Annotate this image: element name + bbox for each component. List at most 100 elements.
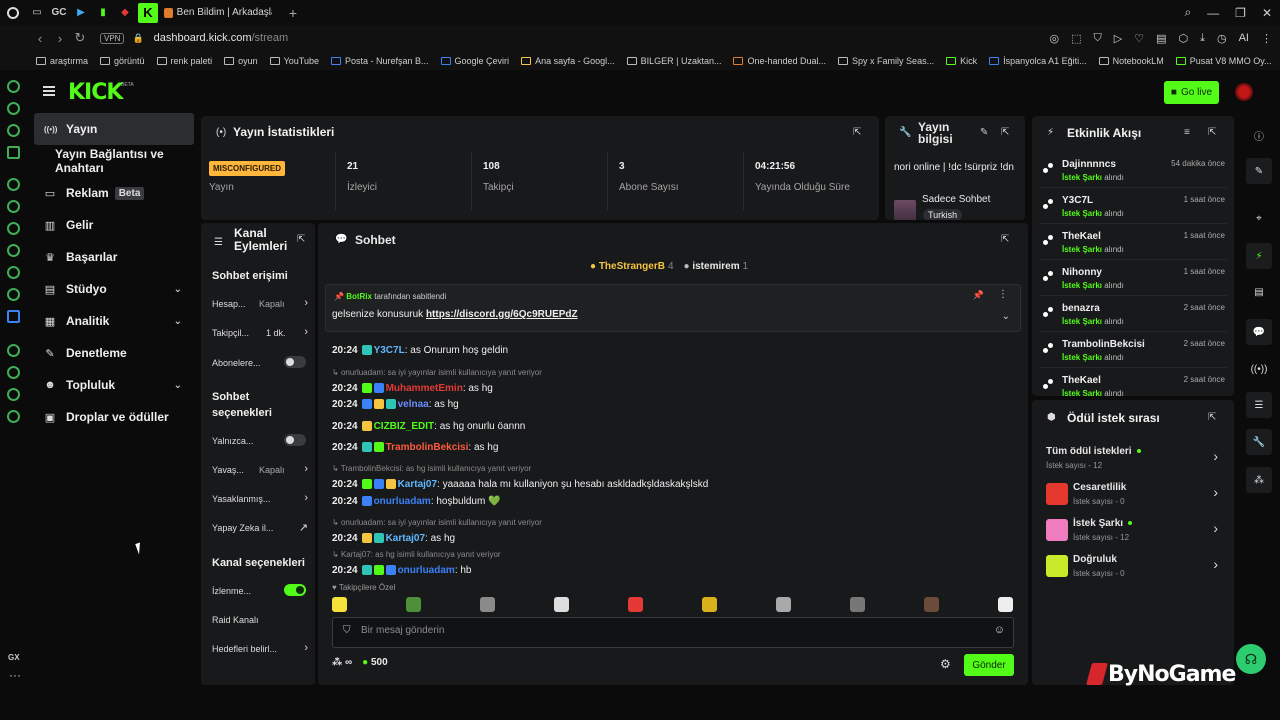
bookmark-item[interactable]: görüntü	[100, 56, 145, 66]
reward-item[interactable]: Cesaretlilik İstek sayısı - 0 ›	[1044, 476, 1226, 512]
restore-icon[interactable]: ❐	[1235, 6, 1246, 20]
event-item[interactable]: TheKael İstek Şarkı alındı 2 saat önce	[1040, 370, 1227, 396]
event-item[interactable]: Y3C7L İstek Şarkı alındı 1 saat önce	[1040, 190, 1227, 224]
heart-icon[interactable]: ♡	[1134, 32, 1144, 45]
bookmark-item[interactable]: oyun	[224, 56, 258, 66]
nav-droplar[interactable]: ▣ Droplar ve ödüller	[28, 401, 200, 433]
expand-icon[interactable]: ⇱	[297, 234, 305, 245]
hamburger-menu-icon[interactable]	[43, 86, 55, 96]
top-user[interactable]: ● TheStrangerB 4	[590, 261, 674, 272]
chat-message[interactable]: 20:24 Kartaj07: as hg	[332, 533, 455, 544]
ai-button[interactable]: AI	[1239, 32, 1249, 44]
subscribers-toggle[interactable]: Abonelere...	[212, 356, 308, 368]
watch-toggle[interactable]: İzlenme...	[212, 584, 308, 596]
reward-item[interactable]: Doğruluk İstek sayısı - 0 ›	[1044, 548, 1226, 584]
nav-denetleme[interactable]: ✎ Denetleme	[28, 337, 200, 369]
bookmark-item[interactable]: Kick	[946, 56, 977, 66]
reward-item[interactable]: Tüm ödül istekleri İstek sayısı - 12 ›	[1044, 440, 1226, 476]
points-icon[interactable]: ⁂ ∞	[332, 657, 352, 668]
bookmark-item[interactable]: araştırma	[36, 56, 88, 66]
tab-icon-play[interactable]: ▶	[70, 0, 92, 25]
bookmark-item[interactable]: İspanyolca A1 Eğiti...	[989, 56, 1087, 66]
reload-icon[interactable]: ↻	[70, 25, 90, 51]
slow-mode-setting[interactable]: Yavaş... Kapalı ›	[212, 463, 308, 475]
message-user[interactable]: TrambolinBekcisi	[386, 442, 469, 453]
top-user[interactable]: ● istemirem 1	[684, 261, 749, 272]
message-user[interactable]: onurluadam	[398, 565, 455, 576]
speed-dial-icon[interactable]	[7, 80, 20, 93]
chevron-down-icon[interactable]: ⌄	[1002, 311, 1010, 322]
event-item[interactable]: Dajinnnncs İstek Şarkı alındı 54 dakika ön…	[1040, 154, 1227, 188]
followers-setting[interactable]: Takipçil... 1 dk. ›	[212, 326, 308, 338]
instagram-icon[interactable]	[7, 244, 20, 257]
translate-icon[interactable]	[7, 310, 20, 323]
chevron-down-icon[interactable]: ⌄	[174, 316, 182, 327]
edit-icon[interactable]: ✎	[980, 127, 988, 138]
broadcast-icon[interactable]: ((•))	[1246, 356, 1272, 382]
tab-icon-red[interactable]: ◆	[114, 0, 136, 25]
toggle-switch[interactable]	[284, 434, 306, 446]
tab-icon-bars[interactable]: ▮	[92, 0, 114, 25]
nav-studyo[interactable]: ▤ Stüdyo ⌄	[28, 273, 200, 305]
player-icon[interactable]	[7, 344, 20, 357]
banned-setting[interactable]: Yasaklanmış... ›	[212, 492, 308, 504]
emote-icon[interactable]	[702, 597, 717, 612]
channel-points[interactable]: ● 500	[362, 657, 388, 668]
category-name[interactable]: Sadece Sohbet	[922, 194, 990, 205]
new-tab-button[interactable]: +	[284, 4, 302, 22]
go-live-button[interactable]: ■ Go live	[1164, 81, 1219, 104]
chat-message[interactable]: 20:24 velnaa: as hg	[332, 399, 459, 410]
event-item[interactable]: Nihonny İstek Şarkı alındı 1 saat önce	[1040, 262, 1227, 296]
whatsapp-icon[interactable]	[7, 200, 20, 213]
bookmark-item[interactable]: NotebookLM	[1098, 56, 1164, 66]
ai-icon[interactable]	[7, 178, 20, 191]
bolt-icon[interactable]: ⚡	[1246, 243, 1272, 269]
ai-moderation-setting[interactable]: Yapay Zeka il... ↗	[212, 522, 308, 534]
event-item[interactable]: TheKael İstek Şarkı alındı 1 saat önce	[1040, 226, 1227, 260]
only-toggle[interactable]: Yalnızca...	[212, 434, 308, 446]
emote-icon[interactable]	[480, 597, 495, 612]
bookmark-item[interactable]: Posta - Nurefşan B...	[330, 56, 429, 66]
message-user[interactable]: Kartaj07	[386, 533, 425, 544]
nav-analitik[interactable]: ▦ Analitik ⌄	[28, 305, 200, 337]
bookmark-item[interactable]: renk paleti	[156, 56, 212, 66]
message-user[interactable]: velnaa	[398, 399, 429, 410]
news-icon[interactable]	[7, 124, 20, 137]
screenshot-icon[interactable]: ⬚	[1071, 32, 1081, 45]
extensions-icon[interactable]: ⬡	[1179, 32, 1189, 45]
minimize-icon[interactable]: —	[1207, 6, 1219, 20]
bookmark-item[interactable]: Google Çeviri	[440, 56, 509, 66]
chat-message[interactable]: 20:24 MuhammetEmin: as hg	[332, 383, 493, 394]
emote-icon[interactable]	[628, 597, 643, 612]
expand-icon[interactable]: ⇱	[853, 127, 861, 138]
bookmark-item[interactable]: One-handed Dual...	[733, 56, 826, 66]
history-icon[interactable]: ◷	[1217, 32, 1227, 45]
actions-icon[interactable]: ☰	[1246, 392, 1272, 418]
discord-link[interactable]: https://discord.gg/6Qc9RUEPdZ	[426, 309, 578, 320]
m-icon[interactable]	[7, 146, 20, 159]
history-icon[interactable]	[7, 388, 20, 401]
nav-stream-key[interactable]: Yayın Bağlantısı ve Anahtarı	[28, 145, 200, 177]
bookmark-item[interactable]: YouTube	[269, 56, 319, 66]
emote-icon[interactable]	[406, 597, 421, 612]
goals-setting[interactable]: Hedefleri belirl... ›	[212, 642, 308, 654]
message-user[interactable]: MuhammetEmin	[386, 383, 463, 394]
toggle-switch[interactable]	[284, 356, 306, 368]
unpin-icon[interactable]: 📌	[973, 290, 984, 301]
wrench-icon[interactable]: 🔧	[1246, 429, 1272, 455]
send-button[interactable]: Gönder	[964, 654, 1014, 676]
tiktok-icon[interactable]	[7, 266, 20, 279]
tab-kick-icon[interactable]: K	[138, 2, 158, 23]
message-user[interactable]: Y3C7L	[374, 345, 405, 356]
url-field[interactable]: dashboard.kick.com/stream	[154, 32, 289, 44]
back-icon[interactable]: ‹	[30, 25, 50, 51]
emote-icon[interactable]	[924, 597, 939, 612]
bookmark-item[interactable]: Ana sayfa - Googl...	[521, 56, 615, 66]
reward-icon[interactable]: ⁂	[1246, 467, 1272, 493]
chat-message[interactable]: 20:24 CIZBIZ_EDIT: as hg onurlu öannn	[332, 421, 525, 432]
opera-logo-icon[interactable]	[0, 0, 26, 25]
support-icon[interactable]: ☊	[1236, 644, 1266, 674]
raid-channel[interactable]: Raid Kanalı	[212, 615, 308, 625]
nav-topluluk[interactable]: ☻ Topluluk ⌄	[28, 369, 200, 401]
emote-icon[interactable]	[554, 597, 569, 612]
